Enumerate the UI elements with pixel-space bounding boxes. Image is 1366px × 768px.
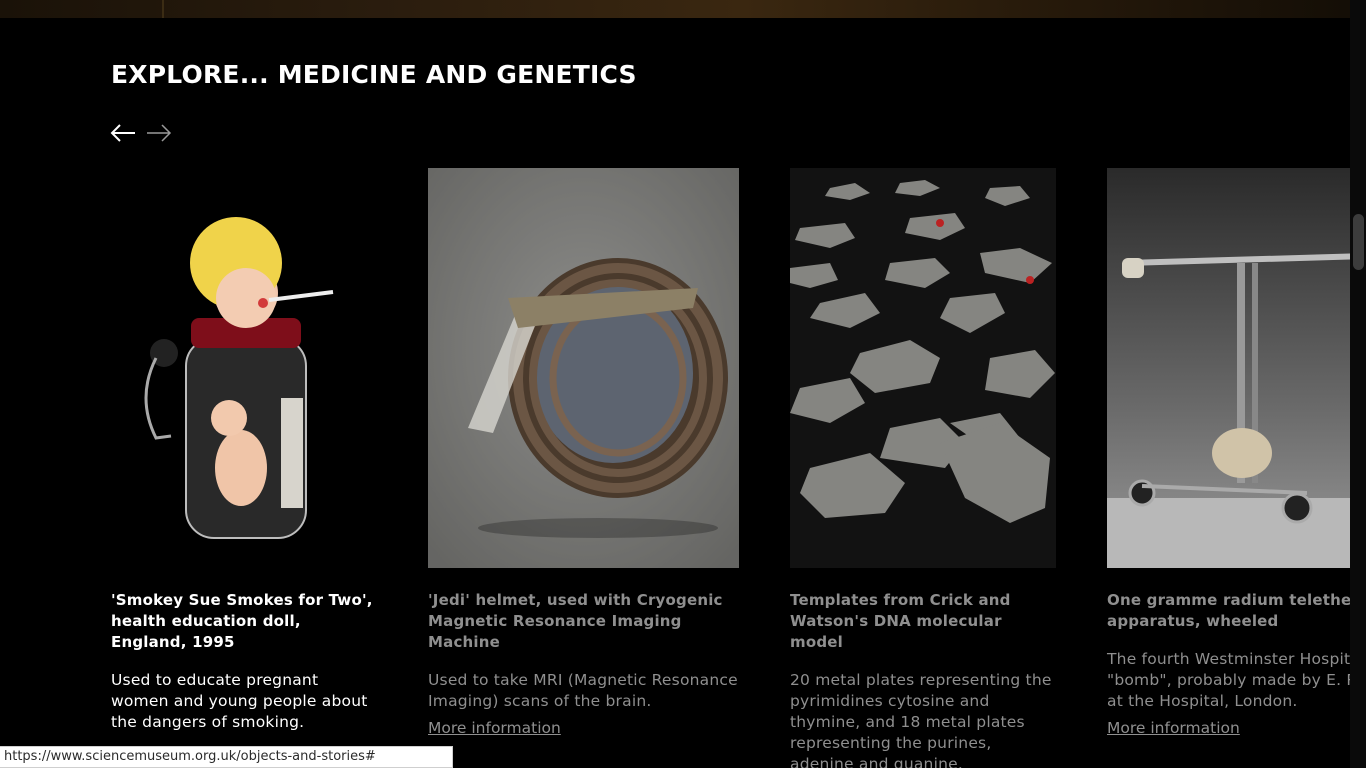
object-card[interactable]: 'Jedi' helmet, used with Cryogenic Magne…	[428, 168, 739, 739]
object-card[interactable]: 'Smokey Sue Smokes for Two', health educ…	[111, 168, 373, 733]
more-information-link[interactable]: More information	[1107, 718, 1240, 739]
card-description: Used to educate pregnant women and young…	[111, 671, 368, 731]
card-description: 20 metal plates representing the pyrimid…	[790, 671, 1052, 768]
scrollbar[interactable]	[1350, 0, 1366, 768]
object-card[interactable]: One gramme radium teletherapy apparatus,…	[1107, 168, 1366, 739]
previous-section-image	[0, 0, 1350, 18]
card-title[interactable]: 'Jedi' helmet, used with Cryogenic Magne…	[428, 590, 739, 653]
scrollbar-thumb[interactable]	[1353, 214, 1364, 270]
arrow-left-icon[interactable]	[110, 122, 136, 144]
status-bar-url: https://www.sciencemuseum.org.uk/objects…	[0, 746, 453, 768]
card-description: Used to take MRI (Magnetic Resonance Ima…	[428, 671, 738, 710]
section-title: EXPLORE... MEDICINE AND GENETICS	[111, 60, 637, 89]
more-information-link[interactable]: More information	[428, 718, 561, 739]
card-title[interactable]: Templates from Crick and Watson's DNA mo…	[790, 590, 1056, 653]
dna-templates-image[interactable]	[790, 168, 1056, 568]
card-title[interactable]: 'Smokey Sue Smokes for Two', health educ…	[111, 590, 373, 653]
carousel-nav	[110, 122, 172, 144]
object-card[interactable]: Templates from Crick and Watson's DNA mo…	[790, 168, 1056, 768]
card-description: The fourth Westminster Hospital "bomb", …	[1107, 650, 1366, 710]
smoking-doll-image[interactable]	[111, 168, 373, 568]
card-title[interactable]: One gramme radium teletherapy apparatus,…	[1107, 590, 1366, 632]
radium-apparatus-image[interactable]	[1107, 168, 1366, 568]
mri-helmet-image[interactable]	[428, 168, 739, 568]
arrow-right-icon[interactable]	[146, 122, 172, 144]
